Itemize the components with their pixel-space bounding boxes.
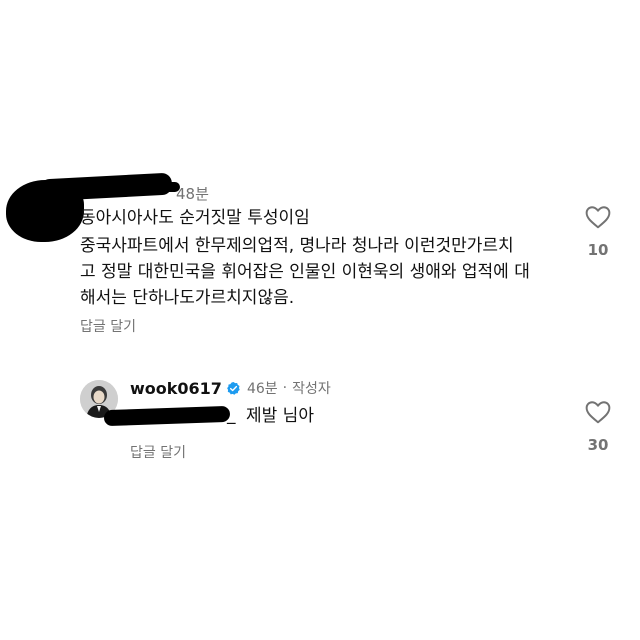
- author-tag: 작성자: [292, 381, 331, 397]
- comment-header: wook0617 46분 · 작성자: [130, 378, 331, 398]
- username[interactable]: wook0617: [130, 379, 222, 398]
- mention-suffix: _: [227, 405, 236, 425]
- comment-time: 48분: [176, 185, 209, 203]
- comment-time: 46분: [246, 381, 278, 397]
- heart-outline-icon: [585, 401, 611, 424]
- heart-outline-icon: [585, 206, 611, 229]
- separator-dot: ·: [282, 380, 288, 396]
- comment-text-line: 해서는 단하나도가르치지않음.: [80, 288, 295, 308]
- comment-text-line: 고 정말 대한민국을 휘어잡은 인물인 이현욱의 생애와 업적에 대: [80, 262, 530, 282]
- like-count: 10: [587, 241, 609, 259]
- reply-button[interactable]: 답글 달기: [80, 316, 136, 336]
- redacted-mention: [103, 405, 231, 427]
- like-count: 30: [587, 436, 609, 454]
- comment-text-line: 동아시아사도 순거짓말 투성이임: [80, 208, 310, 228]
- comment-text-line: 중국사파트에서 한무제의업적, 명나라 청나라 이런것만가르치: [80, 236, 514, 256]
- like-button[interactable]: [578, 400, 618, 424]
- like-button[interactable]: [578, 205, 618, 229]
- comment-text: 제발 님아: [246, 406, 314, 426]
- verified-badge-icon: [227, 381, 240, 395]
- reply-button[interactable]: 답글 달기: [130, 442, 186, 462]
